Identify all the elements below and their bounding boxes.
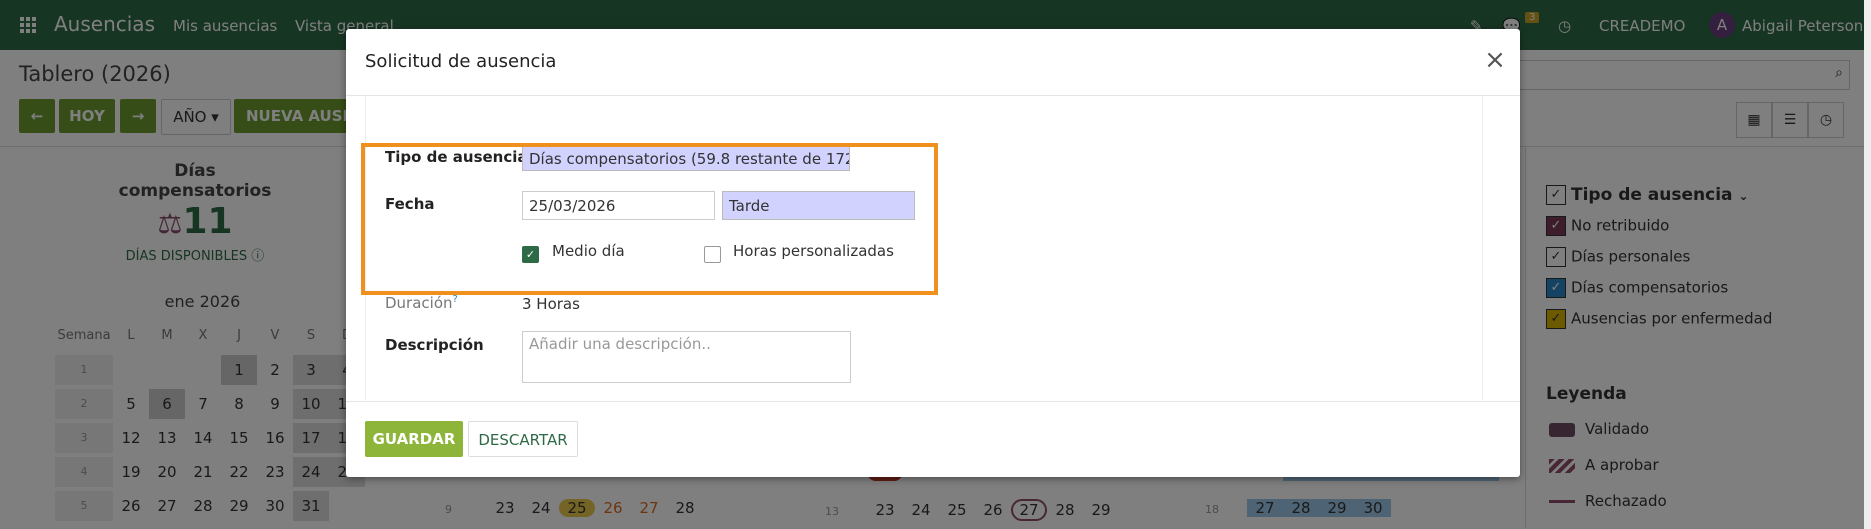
duration-label-text: Duración bbox=[385, 294, 453, 312]
dialog-footer: GUARDAR DESCARTAR bbox=[346, 401, 1520, 478]
dialog-header: Solicitud de ausencia × bbox=[346, 29, 1520, 96]
help-icon[interactable]: ? bbox=[453, 294, 458, 305]
duration-label: Duración? bbox=[385, 294, 458, 312]
discard-button[interactable]: DESCARTAR bbox=[468, 421, 578, 457]
save-button[interactable]: GUARDAR bbox=[365, 421, 463, 457]
close-icon[interactable]: × bbox=[1482, 47, 1508, 73]
duration-value: 3 Horas bbox=[522, 295, 580, 313]
highlight-box bbox=[361, 143, 938, 295]
description-label: Descripción bbox=[385, 336, 484, 354]
dialog-title: Solicitud de ausencia bbox=[365, 51, 557, 72]
page-scrollbar[interactable] bbox=[1864, 0, 1871, 529]
description-textarea[interactable]: Añadir una descripción.. bbox=[522, 331, 851, 383]
